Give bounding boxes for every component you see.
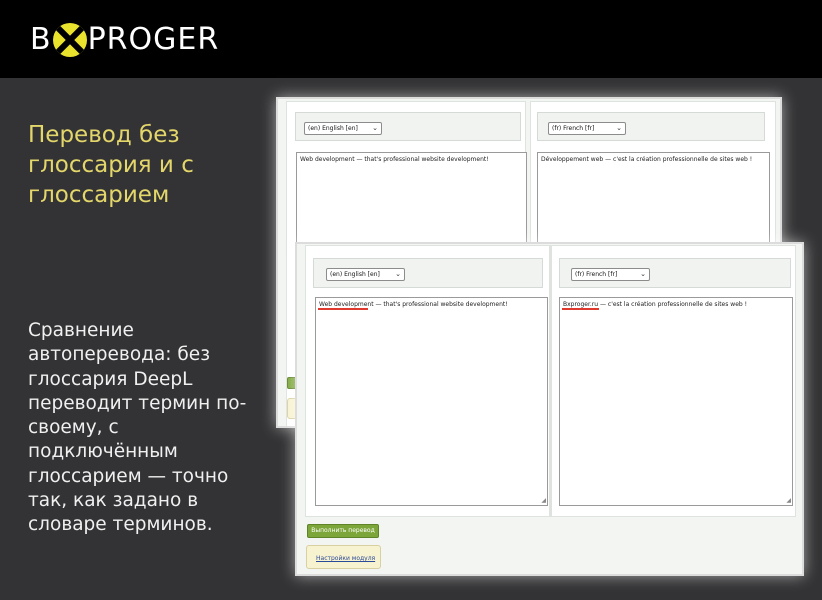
target-lang-box: (fr) French [fr] ⌄ bbox=[559, 258, 791, 288]
chevron-down-icon: ⌄ bbox=[640, 270, 646, 278]
slide-heading: Перевод без глоссария и с глоссарием bbox=[28, 122, 194, 208]
target-language-select[interactable]: (fr) French [fr] ⌄ bbox=[571, 268, 650, 281]
source-language-select[interactable]: (en) English [en] ⌄ bbox=[304, 122, 382, 135]
logo-x-icon bbox=[52, 23, 87, 57]
source-panel: (en) English [en] ⌄ Web development — th… bbox=[305, 245, 550, 517]
logo-prefix: B bbox=[30, 22, 52, 57]
source-lang-box: (en) English [en] ⌄ bbox=[295, 112, 521, 141]
target-lang-box: (fr) French [fr] ⌄ bbox=[537, 112, 765, 141]
source-language-select[interactable]: (en) English [en] ⌄ bbox=[326, 268, 405, 281]
screenshot-with-glossary: (en) English [en] ⌄ Web development — th… bbox=[295, 242, 804, 576]
source-textarea[interactable]: Web development — that's professional we… bbox=[315, 297, 548, 506]
target-language-value: (fr) French [fr] bbox=[552, 125, 595, 132]
resize-handle-icon[interactable]: ◢ bbox=[786, 498, 791, 504]
resize-handle-icon[interactable]: ◢ bbox=[541, 498, 546, 504]
translate-button[interactable]: Выполнить перевод bbox=[307, 524, 379, 538]
chevron-down-icon: ⌄ bbox=[372, 124, 378, 132]
logo: B PROGER bbox=[30, 20, 219, 60]
module-settings-link[interactable]: Настройки модуля bbox=[306, 545, 381, 569]
source-text: Web development — that's professional we… bbox=[319, 301, 508, 308]
target-text: Développement web — c'est la création pr… bbox=[541, 156, 753, 163]
chevron-down-icon: ⌄ bbox=[395, 270, 401, 278]
target-textarea[interactable]: Bxproger.ru — c'est la création professi… bbox=[559, 297, 793, 506]
slide-body: Сравнение автоперевода: без глоссария De… bbox=[28, 320, 247, 536]
target-text: Bxproger.ru — c'est la création professi… bbox=[563, 301, 748, 308]
top-bar: B PROGER bbox=[0, 0, 822, 78]
source-language-value: (en) English [en] bbox=[330, 271, 380, 278]
target-term-underline bbox=[562, 308, 599, 310]
target-panel: (fr) French [fr] ⌄ Bxproger.ru — c'est l… bbox=[551, 245, 796, 517]
source-lang-box: (en) English [en] ⌄ bbox=[313, 258, 543, 288]
target-language-select[interactable]: (fr) French [fr] ⌄ bbox=[548, 122, 626, 135]
target-language-value: (fr) French [fr] bbox=[575, 271, 618, 278]
chevron-down-icon: ⌄ bbox=[616, 124, 622, 132]
logo-suffix: PROGER bbox=[87, 22, 220, 57]
source-term-underline bbox=[318, 308, 368, 310]
source-text: Web development — that's professional we… bbox=[300, 156, 489, 163]
source-language-value: (en) English [en] bbox=[308, 125, 358, 132]
